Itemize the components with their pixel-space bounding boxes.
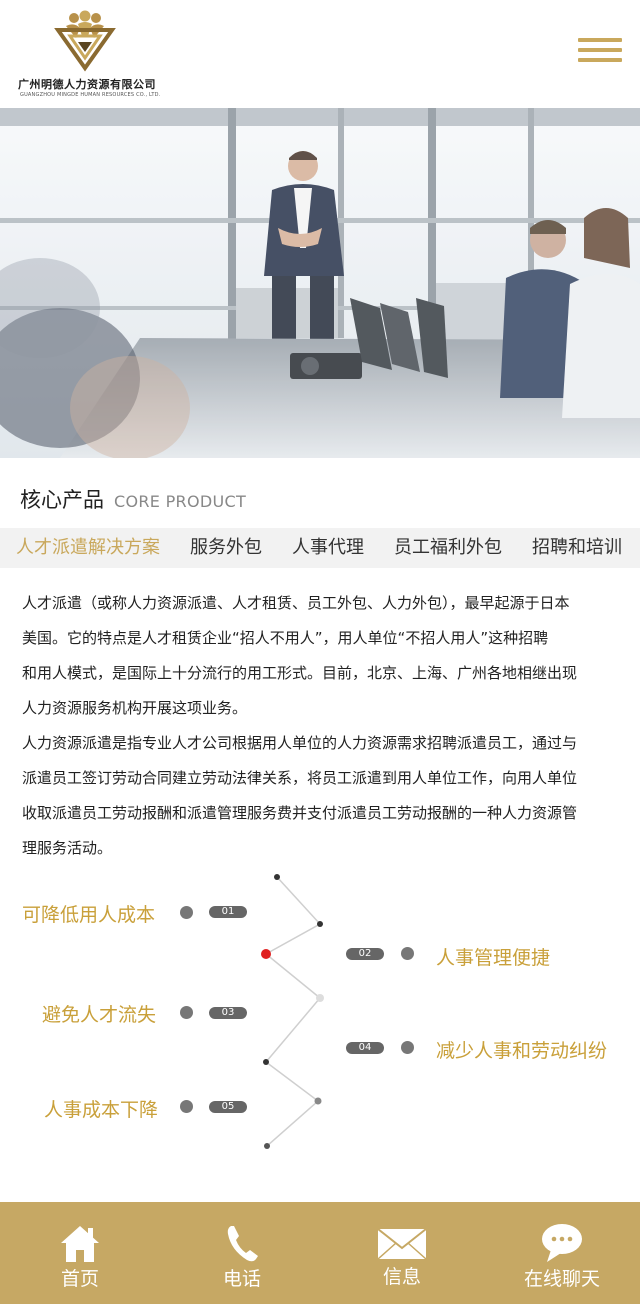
product-tabs: 人才派遣解决方案 服务外包 人事代理 员工福利外包 招聘和培训 — [0, 528, 640, 568]
text-line: 美国。它的特点是人才租赁企业“招人不用人”，用人单位“不招人用人”这种招聘 — [22, 629, 549, 647]
feature-label: 避免人才流失 — [42, 1004, 157, 1026]
footer-message-label: 信息 — [382, 1266, 421, 1288]
site-header: 广州明德人力资源有限公司 GUANGZHOU MINGDE HUMAN RESO… — [0, 0, 640, 108]
section-title-cn: 核心产品 — [20, 488, 104, 512]
content-paragraph-2: 人力资源派遣是指专业人才公司根据用人单位的人力资源需求招聘派遣员工，通过与 派遣… — [22, 726, 622, 866]
phone-icon — [227, 1226, 258, 1262]
tab-content-text: 人才派遣（或称人力资源派遣、人才租赁、员工外包、人力外包），最早起源于日本 美国… — [22, 586, 622, 866]
feature-label: 可降低用人成本 — [22, 904, 156, 926]
feature-label: 人事管理便捷 — [436, 947, 551, 969]
section-title: 核心产品 CORE PRODUCT — [20, 484, 246, 516]
tab-dispatch-solution[interactable]: 人才派遣解决方案 — [16, 528, 160, 568]
tab-service-outsourcing[interactable]: 服务外包 — [190, 528, 262, 568]
hamburger-menu-icon[interactable] — [578, 38, 622, 68]
footer-chat-label: 在线聊天 — [523, 1268, 600, 1290]
footer-home-button[interactable]: 首页 — [0, 1202, 160, 1304]
feature-dot — [180, 906, 193, 919]
chat-icon — [542, 1224, 582, 1262]
logo-mark-icon — [54, 10, 116, 72]
text-line: 理服务活动。 — [22, 839, 113, 857]
footer-message-button[interactable]: 信息 — [322, 1202, 482, 1304]
section-title-en: CORE PRODUCT — [114, 492, 247, 511]
tab-personnel-agency[interactable]: 人事代理 — [292, 528, 364, 568]
feature-dot — [401, 1041, 414, 1054]
tab-recruitment-training[interactable]: 招聘和培训 — [532, 528, 622, 568]
advantages-diagram: 可降低用人成本 01 02 人事管理便捷 避免人才流失 03 04 减少人事和劳… — [0, 860, 640, 1170]
home-icon — [61, 1226, 99, 1262]
feature-dot — [401, 947, 414, 960]
tab-welfare-outsourcing[interactable]: 员工福利外包 — [394, 528, 502, 568]
bottom-nav: 首页 电话 信息 在线聊天 — [0, 1202, 640, 1304]
footer-phone-label: 电话 — [222, 1268, 261, 1290]
banner-image — [0, 108, 640, 458]
text-line: 派遣员工签订劳动合同建立劳动法律关系，将员工派遣到用人单位工作，向用人单位 — [22, 769, 578, 787]
mail-icon — [377, 1228, 427, 1260]
company-logo[interactable]: 广州明德人力资源有限公司 GUANGZHOU MINGDE HUMAN RESO… — [18, 10, 161, 100]
logo-company-subtitle: GUANGZHOU MINGDE HUMAN RESOURCES CO., LT… — [20, 92, 161, 98]
feature-number: 05 — [209, 1101, 247, 1113]
feature-label: 人事成本下降 — [44, 1099, 159, 1121]
footer-home-label: 首页 — [60, 1268, 99, 1290]
footer-phone-button[interactable]: 电话 — [162, 1202, 322, 1304]
banner-illustration — [0, 108, 640, 458]
feature-number: 02 — [346, 948, 384, 960]
feature-dot — [180, 1100, 193, 1113]
feature-number: 01 — [209, 906, 247, 918]
text-line: 和用人模式，是国际上十分流行的用工形式。目前，北京、上海、广州各地相继出现 — [22, 664, 578, 682]
text-line: 人才派遣（或称人力资源派遣、人才租赁、员工外包、人力外包），最早起源于日本 — [22, 594, 570, 612]
text-line: 人力资源派遣是指专业人才公司根据用人单位的人力资源需求招聘派遣员工，通过与 — [22, 734, 578, 752]
text-line: 人力资源服务机构开展这项业务。 — [22, 699, 248, 717]
footer-chat-button[interactable]: 在线聊天 — [482, 1202, 640, 1304]
feature-label: 减少人事和劳动纠纷 — [436, 1040, 608, 1062]
feature-number: 03 — [209, 1007, 247, 1019]
content-paragraph-1: 人才派遣（或称人力资源派遣、人才租赁、员工外包、人力外包），最早起源于日本 美国… — [22, 586, 622, 726]
text-line: 收取派遣员工劳动报酬和派遣管理服务费并支付派遣员工劳动报酬的一种人力资源管 — [22, 804, 578, 822]
feature-dot — [180, 1006, 193, 1019]
logo-company-name: 广州明德人力资源有限公司 — [18, 78, 156, 91]
feature-number: 04 — [346, 1042, 384, 1054]
